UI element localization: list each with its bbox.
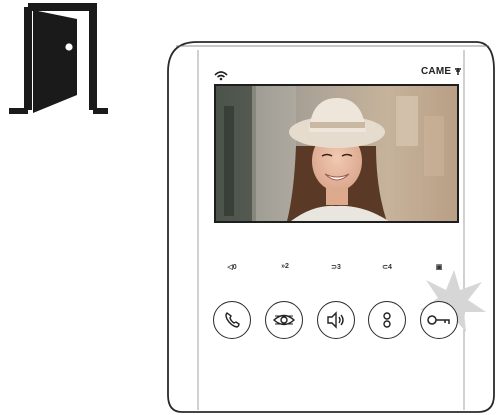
handset-icon [225, 312, 240, 328]
brand-logo: CAME [421, 66, 462, 77]
key-icon [427, 315, 450, 325]
video-screen [214, 84, 459, 223]
visitor-video-image [216, 86, 457, 221]
door-open-key-button[interactable] [420, 301, 458, 339]
button-label-camera: »2 [281, 263, 289, 270]
speaker-icon [327, 311, 344, 329]
speaker-button[interactable] [317, 301, 355, 339]
button-label-speaker: ⊃3 [331, 264, 341, 271]
button-label-handset: ◁0 [227, 264, 237, 271]
intercom-icon [383, 312, 391, 328]
eye-camera-icon [272, 314, 296, 326]
camera-view-button[interactable] [265, 301, 303, 339]
button-label-intercom: ⊂4 [382, 264, 392, 271]
answer-call-button[interactable] [213, 301, 251, 339]
signal-icon [455, 68, 462, 75]
intercom-button[interactable] [368, 301, 406, 339]
